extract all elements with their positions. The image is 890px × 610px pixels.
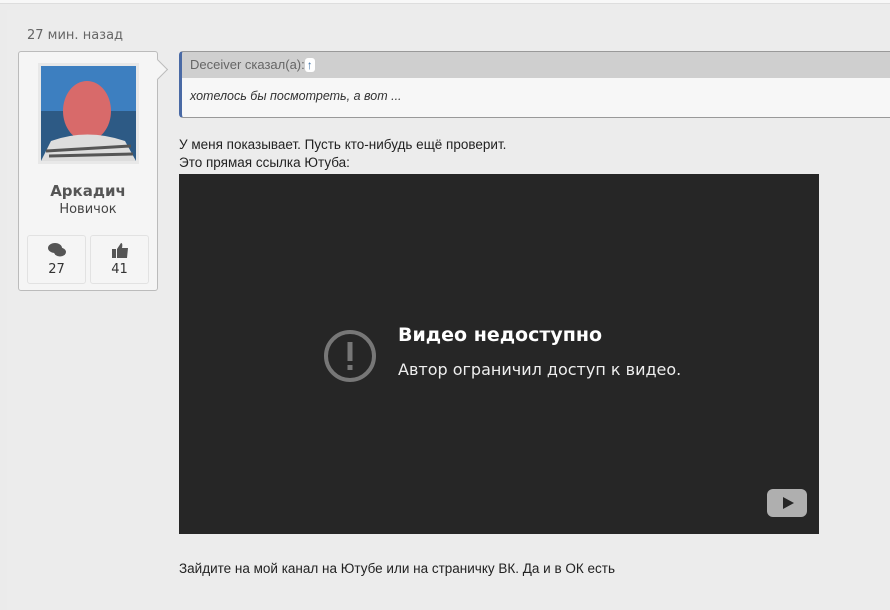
post-timestamp[interactable]: 27 мин. назад [27,28,123,43]
likes-stat: 41 [90,235,149,284]
comments-icon [47,243,66,257]
avatar[interactable] [38,63,139,164]
message-footer: Зайдите на мой канал на Ютубе или на стр… [179,561,615,576]
video-embed[interactable]: Видео недоступно Автор ограничил доступ … [179,174,819,534]
likes-count: 41 [111,262,128,277]
message-line-1: У меня показывает. Пусть кто-нибудь ещё … [179,137,507,152]
message-line-2: Это прямая ссылка Ютуба: [179,155,350,170]
messages-stat: 27 [27,235,86,284]
video-error-subtitle: Автор ограничил доступ к видео. [398,360,682,379]
thumbs-up-icon [111,243,128,258]
user-card: Аркадич Новичок 27 41 [18,51,158,291]
quote-block: Deceiver сказал(а): ↑ хотелось бы посмотр… [179,51,890,118]
user-role: Новичок [59,202,117,217]
quote-header: Deceiver сказал(а): ↑ [182,52,890,78]
username[interactable]: Аркадич [19,182,157,200]
video-error-title: Видео недоступно [398,324,603,346]
messages-count: 27 [48,262,65,277]
warning-icon [324,330,376,382]
jump-to-quote-icon[interactable]: ↑ [304,58,315,72]
quote-author: Deceiver сказал(а): [190,57,305,72]
quote-text: хотелось бы посмотреть, а вот ... [190,89,402,103]
top-strip [0,0,890,4]
youtube-play-icon[interactable] [767,489,807,517]
